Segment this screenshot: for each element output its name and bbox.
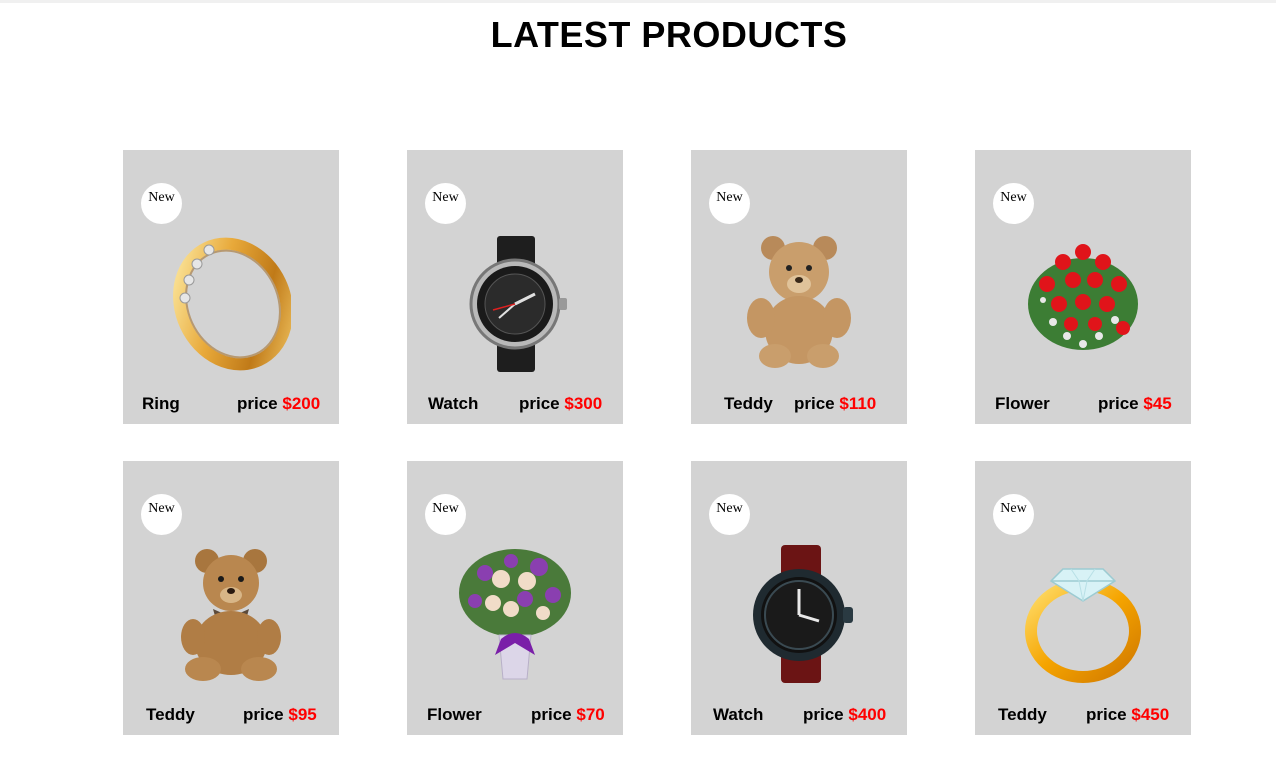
price-label: price bbox=[1098, 394, 1139, 413]
price-label: price bbox=[243, 705, 284, 724]
watch-image bbox=[739, 543, 859, 683]
price-amount: $300 bbox=[564, 394, 603, 413]
product-price: price $70 bbox=[531, 705, 605, 725]
new-badge: New bbox=[993, 183, 1034, 224]
flower-vase-image bbox=[455, 543, 575, 683]
product-price: price $300 bbox=[519, 394, 602, 414]
ring-image bbox=[171, 232, 291, 372]
product-name: Flower bbox=[995, 394, 1050, 413]
product-card-flower[interactable]: New Flower price $45 bbox=[975, 150, 1191, 424]
price-amount: $70 bbox=[576, 705, 605, 724]
price-amount: $400 bbox=[848, 705, 887, 724]
price-amount: $95 bbox=[288, 705, 317, 724]
new-badge: New bbox=[425, 494, 466, 535]
new-badge: New bbox=[141, 183, 182, 224]
price-label: price bbox=[1086, 705, 1127, 724]
product-name: Watch bbox=[428, 394, 479, 413]
price-label: price bbox=[519, 394, 560, 413]
product-name: Watch bbox=[713, 705, 764, 724]
product-price: price $45 bbox=[1098, 394, 1172, 414]
watch-image bbox=[455, 232, 575, 372]
product-card-watch[interactable]: New Watch price $300 bbox=[407, 150, 623, 424]
product-price: price $95 bbox=[243, 705, 317, 725]
price-label: price bbox=[237, 394, 278, 413]
product-name: Ring bbox=[142, 394, 180, 413]
price-amount: $450 bbox=[1131, 705, 1170, 724]
product-card-ring[interactable]: New Ring price $200 bbox=[123, 150, 339, 424]
teddy-bear-image bbox=[171, 543, 291, 683]
product-name: Teddy bbox=[998, 705, 1047, 724]
new-badge: New bbox=[709, 494, 750, 535]
rose-bouquet-image bbox=[1023, 232, 1143, 372]
price-amount: $45 bbox=[1143, 394, 1172, 413]
diamond-ring-image bbox=[1023, 543, 1143, 683]
new-badge: New bbox=[993, 494, 1034, 535]
product-grid: New Ring price $200 New Watch price $300… bbox=[123, 150, 1191, 735]
product-price: price $400 bbox=[803, 705, 886, 725]
product-card-teddy[interactable]: New Teddy price $450 bbox=[975, 461, 1191, 735]
price-amount: $110 bbox=[839, 394, 877, 413]
product-card-teddy[interactable]: New Teddy price $110 bbox=[691, 150, 907, 424]
product-price: price $110 bbox=[794, 394, 876, 414]
product-name: Teddy bbox=[146, 705, 195, 724]
price-label: price bbox=[794, 394, 835, 413]
price-label: price bbox=[803, 705, 844, 724]
product-card-teddy[interactable]: New Teddy price $95 bbox=[123, 461, 339, 735]
product-name: Teddy bbox=[724, 394, 773, 413]
page-title: LATEST PRODUCTS bbox=[490, 14, 848, 55]
teddy-bear-image bbox=[739, 232, 859, 372]
new-badge: New bbox=[141, 494, 182, 535]
product-price: price $200 bbox=[237, 394, 320, 414]
product-price: price $450 bbox=[1086, 705, 1169, 725]
top-border bbox=[0, 0, 1276, 3]
new-badge: New bbox=[425, 183, 466, 224]
new-badge: New bbox=[709, 183, 750, 224]
product-card-watch[interactable]: New Watch price $400 bbox=[691, 461, 907, 735]
product-name: Flower bbox=[427, 705, 482, 724]
price-amount: $200 bbox=[282, 394, 321, 413]
product-card-flower[interactable]: New Flower price $70 bbox=[407, 461, 623, 735]
price-label: price bbox=[531, 705, 572, 724]
